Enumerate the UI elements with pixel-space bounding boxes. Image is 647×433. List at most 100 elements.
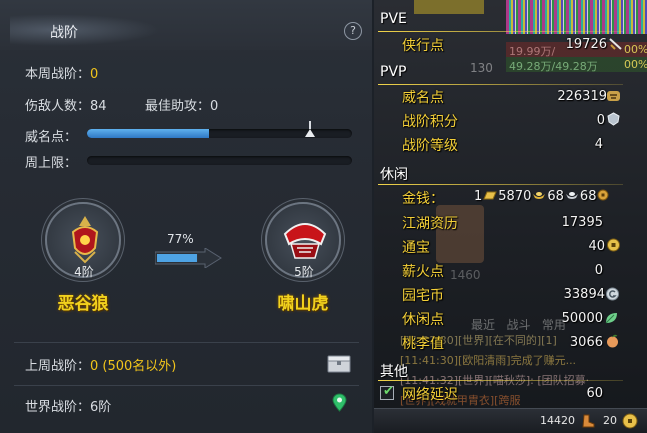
background-gold-banner [414, 0, 484, 14]
peach-icon [607, 334, 618, 348]
leaf-icon [605, 313, 617, 324]
help-icon[interactable]: ? [344, 22, 362, 40]
progress-arrow-icon [155, 248, 222, 268]
section-line [378, 31, 623, 32]
kills-label: 伤敌人数： [25, 99, 91, 114]
other-header: 其他 [380, 364, 408, 380]
background-hp-pct-2: 00% [624, 58, 647, 71]
boot-icon [582, 414, 595, 428]
background-color-bars [506, 0, 647, 34]
last-week-row: 上周战阶：0 (500名以外) [25, 355, 176, 374]
gold-value: 5870 [498, 189, 532, 204]
leisure-header: 休闲 [380, 167, 408, 183]
section-line [378, 184, 623, 185]
background-hp-text-2: 49.28万/49.28万 [509, 60, 598, 73]
cap-marker-icon [305, 121, 315, 137]
bottom-value-2: 20 [603, 414, 617, 427]
assists-row: 最佳助攻：0 [145, 95, 218, 114]
rank-score-label: 战阶积分 [402, 114, 458, 130]
next-rank-level: 5阶 [294, 265, 314, 279]
money-values: 1 5870 68 68 [474, 189, 609, 204]
chest-icon[interactable] [327, 355, 351, 373]
prestige-points-label: 威名点 [402, 90, 444, 106]
jianghu-seniority-value: 17395 [561, 215, 603, 230]
network-latency-value: 60 [586, 386, 603, 401]
rank-score-value: 0 [596, 113, 605, 128]
fire-points-label: 薪火点 [402, 264, 444, 280]
tiger-icon [607, 91, 620, 101]
house-coin-value: 33894 [563, 287, 605, 302]
gold-coin-icon [622, 413, 638, 429]
weekly-rank-label: 本周战阶： [25, 67, 91, 82]
divider [14, 385, 359, 386]
panel-title: 战阶 [50, 25, 78, 41]
current-rank-level: 4阶 [74, 265, 94, 279]
prestige-bar-fill [87, 129, 209, 138]
peach-value-label: 桃李值 [402, 336, 444, 352]
chivalry-points-value: 19726 [565, 37, 607, 52]
pvp-header: PVP [380, 64, 407, 80]
copper-value: 68 [579, 189, 597, 204]
leisure-points-label: 休闲点 [402, 312, 444, 328]
coin-icon [607, 238, 620, 252]
silver-value: 68 [547, 189, 564, 204]
next-rank-name: 啸山虎 [277, 294, 329, 314]
chat-line: [11:41:30][欧阳清雨]完成了赚元... [400, 354, 577, 367]
background-hp-text-1: 19.99万/ [509, 45, 556, 58]
background-level: 130 [470, 61, 493, 75]
section-line [378, 84, 623, 85]
tongbao-value: 40 [588, 239, 605, 254]
fire-points-value: 0 [594, 263, 603, 278]
kills-value: 84 [90, 99, 107, 114]
tongbao-label: 通宝 [402, 240, 430, 256]
gold-bar-icon [483, 191, 498, 200]
check-icon: ✔ [383, 384, 394, 399]
rank-panel: 战阶 ? 本周战阶：0 伤敌人数：84 最佳助攻：0 威名点： 周上限： 4阶 … [0, 0, 372, 433]
kills-row: 伤敌人数：84 [25, 95, 107, 114]
header-glow [10, 14, 160, 46]
weekly-cap-label: 周上限： [25, 156, 78, 171]
assists-label: 最佳助攻： [145, 99, 211, 114]
weekly-rank-value: 0 [90, 67, 99, 82]
gold-ingot-icon [533, 192, 546, 199]
prestige-bar [87, 121, 352, 138]
weekly-cap-bar [87, 156, 352, 165]
network-latency-label: 网络延迟 [402, 387, 458, 403]
gold-bars-value: 1 [474, 189, 483, 204]
divider [14, 342, 359, 343]
background-faded-number: 1460 [450, 268, 481, 282]
world-rank-label: 世界战阶： [25, 400, 91, 415]
world-rank-value: 6阶 [90, 400, 112, 415]
bottom-value-1: 14420 [540, 414, 575, 427]
silver-ingot-icon [565, 192, 578, 199]
background-hp-pct-1: 00% [624, 43, 647, 56]
bottom-bar: 14420 20 [374, 408, 647, 433]
leisure-points-value: 50000 [561, 311, 603, 326]
pve-header: PVE [380, 11, 407, 27]
last-week-value: 0 (500名以外) [90, 359, 177, 374]
prestige-points-value: 226319 [557, 89, 607, 104]
copper-coin-icon [597, 189, 609, 201]
chivalry-points-label: 侠行点 [402, 38, 444, 54]
world-rank-row: 世界战阶：6阶 [25, 396, 111, 415]
rank-level-value: 4 [594, 137, 603, 152]
prestige-label: 威名点： [25, 130, 78, 145]
jianghu-seniority-label: 江湖资历 [402, 216, 458, 232]
crest-icon [607, 112, 620, 126]
house-coin-label: 园宅币 [402, 288, 444, 304]
assists-value: 0 [210, 99, 219, 114]
rank-progress-percent: 77% [167, 232, 194, 246]
network-latency-checkbox[interactable]: ✔ [380, 384, 394, 400]
weekly-rank-row: 本周战阶：0 [25, 63, 98, 82]
current-rank-name: 恶谷狼 [57, 294, 109, 314]
last-week-label: 上周战阶： [25, 359, 91, 374]
section-line [378, 380, 623, 381]
money-label: 金钱： [402, 191, 444, 207]
panel-header: 战阶 ? [0, 0, 372, 50]
rank-level-label: 战阶等级 [402, 138, 458, 154]
peach-value-value: 3066 [569, 335, 603, 350]
map-pin-icon[interactable] [332, 393, 347, 412]
currency-panel: 19.99万/ 00% 49.28万/49.28万 00% 130 1460 最… [374, 0, 647, 433]
house-coin-icon [606, 287, 619, 301]
sword-icon [609, 38, 622, 50]
